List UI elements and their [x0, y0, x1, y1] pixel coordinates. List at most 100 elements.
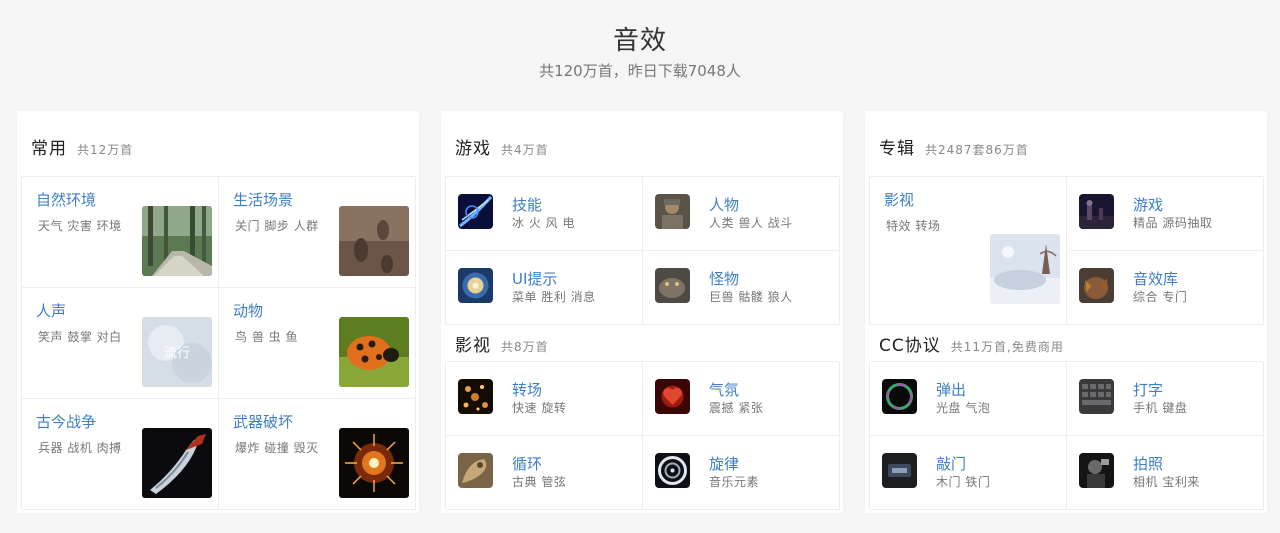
category-desc: 关门 脚步 人群	[235, 219, 319, 233]
explosion-thumbnail	[339, 428, 409, 498]
category-weapon-destruction[interactable]: 武器破坏 爆炸 碰撞 毁灭	[219, 399, 416, 510]
keyboard-thumbnail	[1079, 379, 1114, 414]
category-name[interactable]: 转场	[512, 379, 542, 400]
category-name[interactable]: 拍照	[1133, 453, 1163, 474]
category-desc: 快速 旋转	[512, 401, 567, 415]
album-name[interactable]: 影视	[884, 189, 914, 210]
cc-section-header: CC协议 共11万首,免费商用	[879, 331, 1064, 356]
ui-prompt-thumbnail	[458, 268, 493, 303]
common-section-count: 共12万首	[77, 143, 134, 157]
category-nature[interactable]: 自然环境 天气 灾害 环境	[22, 177, 219, 288]
album-sfx-library[interactable]: 音效库 综合 专门	[1067, 251, 1264, 325]
cc-section-count: 共11万首,免费商用	[950, 340, 1064, 354]
games-section-title: 游戏	[455, 139, 491, 159]
category-atmosphere[interactable]: 气氛 震撼 紧张	[643, 362, 840, 436]
albums-section-title: 专辑	[879, 139, 915, 159]
film-grid: 转场 快速 旋转 气氛 震撼 紧张 循环 古典 管弦 旋律 音乐元素	[445, 361, 840, 510]
album-film-feature[interactable]: 影视 特效 转场	[870, 177, 1067, 325]
category-name[interactable]: 怪物	[709, 268, 739, 289]
atmosphere-thumbnail	[655, 379, 690, 414]
common-section-title: 常用	[31, 139, 67, 159]
category-name[interactable]: 旋律	[709, 453, 739, 474]
melody-thumbnail	[655, 453, 690, 488]
category-name[interactable]: 气氛	[709, 379, 739, 400]
category-desc: 相机 宝利来	[1133, 475, 1200, 489]
category-name[interactable]: 弹出	[936, 379, 966, 400]
category-melody[interactable]: 旋律 音乐元素	[643, 436, 840, 510]
albums-section-header: 专辑 共2487套86万首	[879, 134, 1029, 159]
album-name[interactable]: 游戏	[1133, 194, 1163, 215]
album-game[interactable]: 游戏 精品 源码抽取	[1067, 177, 1264, 251]
camera-thumbnail	[1079, 453, 1114, 488]
category-name[interactable]: 技能	[512, 194, 542, 215]
page-subtitle: 共120万首，昨日下载7048人	[539, 62, 741, 80]
category-name[interactable]: 生活场景	[233, 189, 293, 210]
games-grid: 技能 冰 火 风 电 人物 人类 兽人 战斗 UI提示 菜单 胜利 消息 怪物 …	[445, 176, 840, 325]
footprints-thumbnail	[339, 206, 409, 276]
games-section-count: 共4万首	[501, 143, 549, 157]
transition-thumbnail	[458, 379, 493, 414]
common-grid: 自然环境 天气 灾害 环境 生活场景 关门 脚步 人群 人声 笑声 鼓掌 对白 …	[21, 176, 416, 510]
category-desc: 光盘 气泡	[936, 401, 991, 415]
ring-thumbnail	[882, 379, 917, 414]
category-name[interactable]: 敲门	[936, 453, 966, 474]
category-desc: 人类 兽人 战斗	[709, 216, 793, 230]
cc-section-title: CC协议	[879, 336, 941, 356]
category-desc: 手机 键盘	[1133, 401, 1188, 415]
category-desc: 笑声 鼓掌 对白	[38, 330, 122, 344]
category-name[interactable]: 循环	[512, 453, 542, 474]
category-popup[interactable]: 弹出 光盘 气泡	[870, 362, 1067, 436]
warrior-thumbnail	[655, 194, 690, 229]
category-name[interactable]: 人物	[709, 194, 739, 215]
category-desc: 巨兽 骷髅 狼人	[709, 290, 793, 304]
albums-cc-card: 专辑 共2487套86万首 影视 特效 转场 游戏 精品 源码抽取 音效库 综合…	[865, 111, 1267, 513]
category-desc: 震撼 紧张	[709, 401, 764, 415]
album-desc: 综合 专门	[1133, 290, 1188, 304]
loop-thumbnail	[458, 453, 493, 488]
door-thumbnail	[882, 453, 917, 488]
album-name[interactable]: 音效库	[1133, 268, 1178, 289]
voice-thumbnail: 流行	[142, 317, 212, 387]
album-desc: 精品 源码抽取	[1133, 216, 1213, 230]
category-desc: 冰 火 风 电	[512, 216, 575, 230]
category-character[interactable]: 人物 人类 兽人 战斗	[643, 177, 840, 251]
cc-grid: 弹出 光盘 气泡 打字 手机 键盘 敲门 木门 铁门 拍照 相机 宝利来	[869, 361, 1264, 510]
category-name[interactable]: 古今战争	[36, 411, 96, 432]
category-loop[interactable]: 循环 古典 管弦	[446, 436, 643, 510]
category-transition[interactable]: 转场 快速 旋转	[446, 362, 643, 436]
category-photo[interactable]: 拍照 相机 宝利来	[1067, 436, 1264, 510]
common-section-header: 常用 共12万首	[31, 134, 134, 159]
category-voice[interactable]: 人声 笑声 鼓掌 对白 流行	[22, 288, 219, 399]
category-name[interactable]: 武器破坏	[233, 411, 293, 432]
category-name[interactable]: 打字	[1133, 379, 1163, 400]
category-name[interactable]: 人声	[36, 300, 66, 321]
sfx-library-thumbnail	[1079, 268, 1114, 303]
category-name[interactable]: UI提示	[512, 268, 557, 289]
category-typing[interactable]: 打字 手机 键盘	[1067, 362, 1264, 436]
category-desc: 木门 铁门	[936, 475, 991, 489]
category-war[interactable]: 古今战争 兵器 战机 肉搏	[22, 399, 219, 510]
category-animal[interactable]: 动物 鸟 兽 虫 鱼	[219, 288, 416, 399]
albums-section-count: 共2487套86万首	[925, 143, 1029, 157]
category-knock[interactable]: 敲门 木门 铁门	[870, 436, 1067, 510]
voice-thumb-text: 流行	[164, 346, 190, 361]
category-name[interactable]: 自然环境	[36, 189, 96, 210]
category-desc: 菜单 胜利 消息	[512, 290, 596, 304]
page-title: 音效	[612, 26, 667, 56]
skill-thumbnail	[458, 194, 493, 229]
blade-thumbnail	[142, 428, 212, 498]
category-desc: 鸟 兽 虫 鱼	[235, 330, 298, 344]
category-life[interactable]: 生活场景 关门 脚步 人群	[219, 177, 416, 288]
category-desc: 兵器 战机 肉搏	[38, 441, 122, 455]
category-desc: 音乐元素	[709, 475, 760, 489]
category-skill[interactable]: 技能 冰 火 风 电	[446, 177, 643, 251]
category-ui-prompt[interactable]: UI提示 菜单 胜利 消息	[446, 251, 643, 325]
forest-path-thumbnail	[142, 206, 212, 276]
category-name[interactable]: 动物	[233, 300, 263, 321]
film-section-title: 影视	[455, 336, 491, 356]
snowy-landscape-thumbnail	[990, 234, 1060, 304]
category-desc: 古典 管弦	[512, 475, 567, 489]
album-desc: 特效 转场	[886, 219, 941, 233]
category-desc: 爆炸 碰撞 毁灭	[235, 441, 319, 455]
category-monster[interactable]: 怪物 巨兽 骷髅 狼人	[643, 251, 840, 325]
